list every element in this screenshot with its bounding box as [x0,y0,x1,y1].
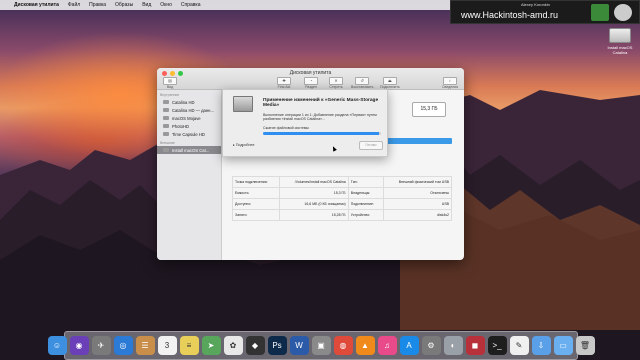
capacity-badge: 15,3 ГБ [412,102,446,117]
dock-folder-icon[interactable]: ▭ [553,336,573,355]
info-icon: i [443,77,457,85]
dock-siri-icon[interactable]: ◉ [69,336,89,355]
dock-launchpad-icon[interactable]: ✈ [91,336,111,355]
watermark-site: www.Hackintosh-amd.ru [461,10,559,20]
sidebar-item-time-capsule[interactable]: Time Capsule HD [157,130,221,138]
hard-drive-icon [233,96,253,112]
toolbar-restore-button[interactable]: ↺ Восстановить [351,77,373,89]
details-toggle[interactable]: ▸ Подробнее [233,143,254,147]
progress-bar [263,132,381,135]
sidebar-header-internal: Внутренние [160,93,180,97]
sidebar-item-photohd[interactable]: PhotoHD [157,122,221,130]
external-drive-icon [609,28,631,43]
volume-icon [163,116,169,120]
dock-downloads-icon[interactable]: ⇩ [531,336,551,355]
sidebar-item-catalina-hd[interactable]: Catalina HD [157,98,221,106]
volume-icon [163,100,169,104]
dock-photoshop-icon[interactable]: Ps [267,336,287,355]
clover-logo-icon [591,4,609,21]
menu-app[interactable]: Дисковая утилита [14,2,59,8]
dock-photo-booth-icon[interactable]: ◼ [465,336,485,355]
volume-info-table: Точка подключения:/Volumes/Install macOS… [232,176,453,221]
menu-help[interactable]: Справка [181,2,201,8]
toolbar: Дисковая утилита ▤ Вид ✚ First Aid ◔ Раздел… [157,68,464,90]
desktop-drive-label: Install macOS Catalina [607,45,633,55]
menu-window[interactable]: Окно [160,2,172,8]
table-row: Точка подключения:/Volumes/Install macOS… [232,176,453,188]
restore-icon: ↺ [355,77,370,85]
dock-itunes-icon[interactable]: ♫ [377,336,397,355]
toolbar-info-button[interactable]: i Сведения [442,77,458,89]
sidebar-item-macos-mojave[interactable]: macOS Mojave [157,114,221,122]
sidebar-item-catalina-data[interactable]: Catalina HD — данн... [157,106,221,114]
table-row: Доступно: 16,6 МБ (0 КБ очищаемо) Подключ… [232,198,453,210]
watermark-banner: Alexey Koronkin www.Hackintosh-amd.ru [450,0,640,24]
sidebar-header-external: Внешние [160,141,175,145]
dock: ☺ ◉ ✈ ◎ ☰ 3 ≡ ➤ ✿ ◆ Ps W ▣ ◍ ▲ ♫ A ⚙ ◐ ◼ >_ ✎ ⇩ ▭ 🗑 [47,331,595,360]
dock-maps-icon[interactable]: ➤ [201,336,221,355]
dock-trash-icon[interactable]: 🗑 [575,336,595,355]
table-row: Емкость: 15,3 ГБ Владельцы: Отключены [232,187,453,199]
toolbar-mount-button[interactable]: ⏏ Подключить [380,77,400,89]
dock-safari-icon[interactable]: ◎ [113,336,133,355]
dock-notes-icon[interactable]: ≡ [179,336,199,355]
menu-edit[interactable]: Правка [89,2,106,8]
dock-photos-icon[interactable]: ✿ [223,336,243,355]
watermark-author: Alexey Koronkin [521,2,550,7]
toolbar-erase-button[interactable]: ✕ Стереть [329,77,343,89]
dock-preview-icon[interactable]: ▣ [311,336,331,355]
sheet-status: Сжатие файловой системы [263,126,309,130]
stethoscope-icon: ✚ [277,77,291,85]
dock-calendar-icon[interactable]: 3 [157,336,177,355]
dock-vlc-icon[interactable]: ▲ [355,336,375,355]
window-title: Дисковая утилита [289,70,332,76]
mount-icon: ⏏ [382,77,397,85]
dock-disk-utility-icon[interactable]: ◐ [443,336,463,355]
volume-icon [163,108,169,112]
sidebar-item-install-macos[interactable]: Install macOS Cat... [157,146,221,154]
desktop-drive-icon[interactable]: Install macOS Catalina [605,28,635,55]
sidebar-icon: ▤ [163,77,177,85]
apple-logo-icon [614,4,632,21]
dock-system-preferences-icon[interactable]: ⚙ [421,336,441,355]
dock-contacts-icon[interactable]: ☰ [135,336,155,355]
dock-final-cut-icon[interactable]: ◆ [245,336,265,355]
dock-finder-icon[interactable]: ☺ [47,336,67,355]
sheet-description: Выполнение операции 1 из 1: Добавление р… [263,113,377,122]
dock-terminal-icon[interactable]: >_ [487,336,507,355]
dock-word-icon[interactable]: W [289,336,309,355]
done-button[interactable]: Готово [359,141,383,150]
progress-sheet: Применение изменений к «Generic Mass-Sto… [222,89,388,157]
menu-view[interactable]: Вид [142,2,151,8]
menu-file[interactable]: Файл [68,2,80,8]
menu-images[interactable]: Образы [115,2,133,8]
dock-app-store-icon[interactable]: A [399,336,419,355]
dock-chrome-icon[interactable]: ◍ [333,336,353,355]
dock-text-edit-icon[interactable]: ✎ [509,336,529,355]
toolbar-partition-button[interactable]: ◔ Раздел [304,77,318,89]
partition-icon: ◔ [304,77,318,85]
volume-icon [163,124,169,128]
table-row: Занято: 15,28 ГБ Устройство: disk4s2 [232,209,453,221]
toolbar-view-button[interactable]: ▤ Вид [163,77,177,89]
erase-icon: ✕ [329,77,343,85]
sheet-title: Применение изменений к «Generic Mass-Sto… [263,98,379,109]
toolbar-first-aid-button[interactable]: ✚ First Aid [277,77,291,89]
volume-icon [163,148,169,152]
progress-fill [263,132,379,135]
volume-icon [163,132,169,136]
sidebar: Внутренние Catalina HD Catalina HD — дан… [157,90,222,260]
